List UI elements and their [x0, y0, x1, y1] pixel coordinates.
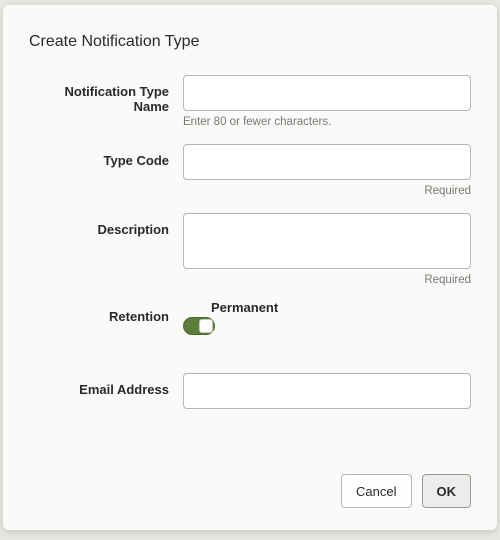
field-description: Required — [183, 213, 471, 292]
retention-toggle-knob — [199, 319, 213, 333]
row-notification-type-name: Notification Type Name Enter 80 or fewer… — [29, 75, 471, 134]
retention-toggle-wrap: Permanent — [183, 300, 471, 335]
dialog-button-bar: Cancel OK — [29, 474, 471, 508]
row-email-address: Email Address — [29, 373, 471, 409]
cancel-button[interactable]: Cancel — [341, 474, 411, 508]
row-description: Description Required — [29, 213, 471, 292]
label-type-code: Type Code — [29, 144, 183, 168]
helper-type-code: Required — [183, 185, 471, 197]
create-notification-dialog: Create Notification Type Notification Ty… — [3, 5, 497, 530]
dialog-title: Create Notification Type — [29, 33, 471, 51]
label-description: Description — [29, 213, 183, 237]
label-retention: Retention — [29, 300, 183, 324]
helper-notification-type-name: Enter 80 or fewer characters. — [183, 116, 471, 128]
description-input[interactable] — [183, 213, 471, 269]
type-code-input[interactable] — [183, 144, 471, 180]
field-type-code: Required — [183, 144, 471, 203]
label-email-address: Email Address — [29, 373, 183, 397]
row-retention: Retention Permanent — [29, 300, 471, 335]
field-notification-type-name: Enter 80 or fewer characters. — [183, 75, 471, 134]
retention-toggle[interactable] — [183, 317, 215, 335]
notification-type-name-input[interactable] — [183, 75, 471, 111]
form: Notification Type Name Enter 80 or fewer… — [29, 75, 471, 474]
helper-description: Required — [183, 274, 471, 286]
email-address-input[interactable] — [183, 373, 471, 409]
retention-toggle-label: Permanent — [185, 300, 471, 315]
label-notification-type-name: Notification Type Name — [29, 75, 183, 114]
row-type-code: Type Code Required — [29, 144, 471, 203]
field-retention: Permanent — [183, 300, 471, 335]
field-email-address — [183, 373, 471, 409]
ok-button[interactable]: OK — [422, 474, 472, 508]
